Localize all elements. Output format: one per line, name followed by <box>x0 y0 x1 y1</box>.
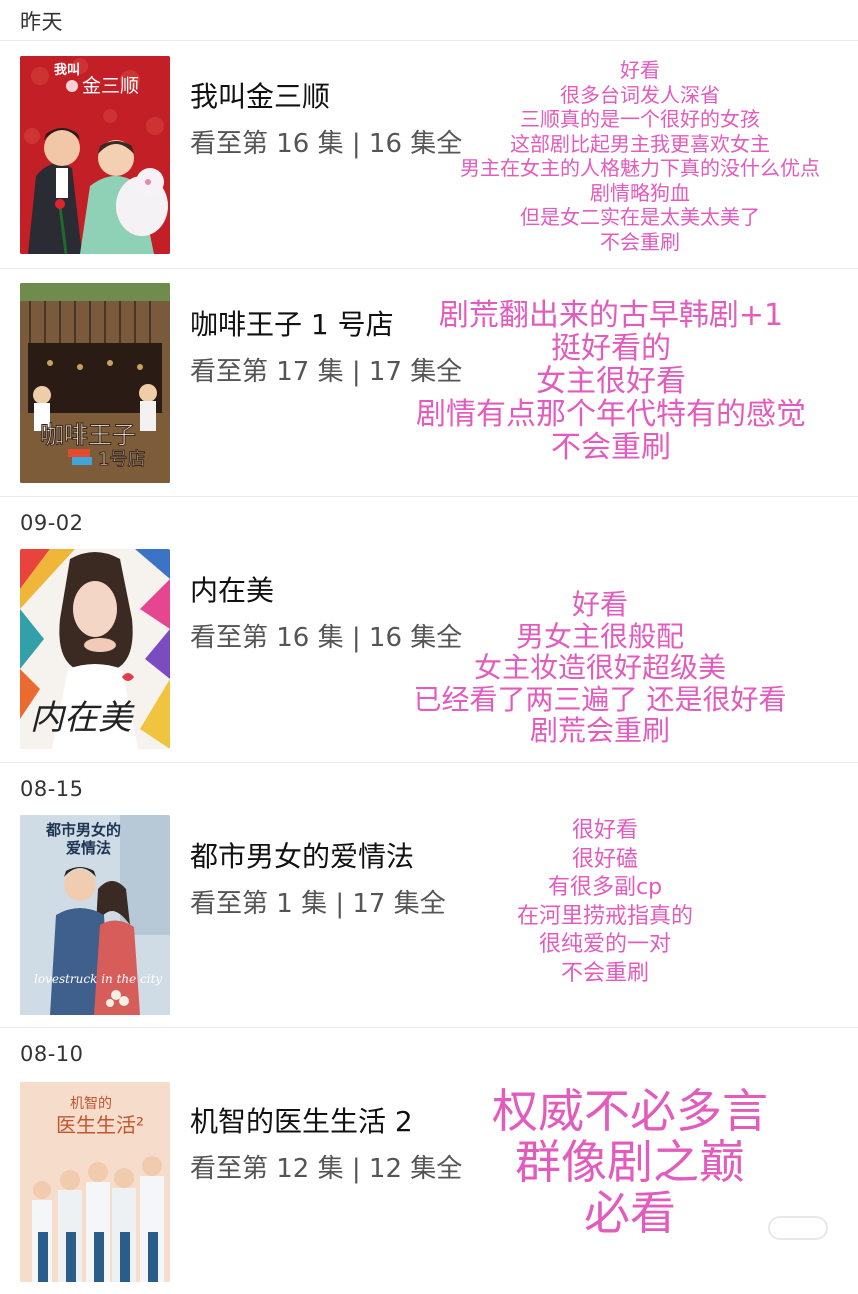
date-header-0810: 08-10 <box>0 1028 858 1068</box>
note-line: 已经看了两三遍了 还是很好看 <box>413 682 787 716</box>
note-line: 女主很好看 <box>536 364 686 399</box>
note-line: 在河里捞戒指真的 <box>516 903 693 929</box>
note-line: 挺好看的 <box>551 331 671 366</box>
show-title: 内在美 <box>190 574 275 607</box>
note-line: 剧情略狗血 <box>590 180 690 205</box>
show-title: 咖啡王子 1 号店 <box>190 308 394 341</box>
poster-image: 都市男女的 爱情法 lovestruck in the city <box>20 815 170 1015</box>
watch-progress: 看至第 12 集 | 12 集全 <box>190 1154 463 1184</box>
handwritten-note: 剧荒翻出来的古早韩剧+1 挺好看的 女主很好看 剧情有点那个年代特有的感觉 不会… <box>396 299 826 464</box>
list-item-love-in-contract[interactable]: 都市男女的 爱情法 lovestruck in the city 都市男女的爱情… <box>0 801 858 1027</box>
handwritten-note: 好看 男女主很般配 女主妆造很好超级美 已经看了两三遍了 还是很好看 剧荒会重刷 <box>380 589 820 747</box>
svg-text:1号店: 1号店 <box>98 449 145 470</box>
poster-image: 咖啡王子 1号店 <box>20 283 170 483</box>
svg-text:咖啡王子: 咖啡王子 <box>40 421 136 449</box>
note-line: 很好看 <box>571 818 638 843</box>
note-line: 不会重刷 <box>600 229 680 254</box>
note-line: 权威不必多言 <box>492 1084 768 1138</box>
poster-image: 内在美 <box>20 549 170 749</box>
date-label: 08-15 <box>20 777 84 801</box>
note-line: 男主在女主的人格魅力下真的没什么优点 <box>460 156 820 180</box>
list-item-kim-sam-soon[interactable]: 我叫 金三顺 我叫金三顺 看至第 16 集 | 16 集全 好看 很多台词发人深… <box>0 41 858 268</box>
note-line: 好看 <box>620 58 660 82</box>
svg-text:医生生活²: 医生生活² <box>56 1113 144 1137</box>
list-item-inner-beauty[interactable]: 内在美 内在美 看至第 16 集 | 16 集全 好看 男女主很般配 女主妆造很… <box>0 535 858 761</box>
watermark-logo <box>768 1216 828 1240</box>
note-line: 不会重刷 <box>551 430 671 465</box>
date-label: 09-02 <box>20 511 84 535</box>
note-line: 剧荒会重刷 <box>529 714 670 747</box>
svg-text:爱情法: 爱情法 <box>66 839 111 857</box>
note-line: 剧情有点那个年代特有的感觉 <box>416 397 806 432</box>
note-line: 很多台词发人深省 <box>560 82 720 107</box>
date-label: 08-10 <box>20 1042 84 1066</box>
handwritten-note: 很好看 很好磕 有很多副cp 在河里捞戒指真的 很纯爱的一对 不会重刷 <box>480 817 730 988</box>
note-line: 好看 <box>571 588 628 621</box>
note-line: 群像剧之巅 <box>515 1135 745 1189</box>
note-line: 三顺真的是一个很好的女孩 <box>520 107 760 131</box>
note-line: 男女主很般配 <box>515 619 684 653</box>
poster-art: 内在美 <box>20 549 170 749</box>
date-header-0902: 09-02 <box>0 497 858 535</box>
date-header-yesterday: 昨天 <box>0 0 858 40</box>
handwritten-note: 好看 很多台词发人深省 三顺真的是一个很好的女孩 这部剧比起男主我更喜欢女主 男… <box>428 58 852 254</box>
show-title: 机智的医生生活 2 <box>190 1105 413 1138</box>
svg-text:lovestruck in the city: lovestruck in the city <box>34 972 162 986</box>
svg-text:金三顺: 金三顺 <box>82 75 139 97</box>
poster-art: 我叫 金三顺 <box>20 56 170 254</box>
poster-image: 我叫 金三顺 <box>20 56 170 254</box>
svg-text:都市男女的: 都市男女的 <box>45 821 121 839</box>
svg-text:内在美: 内在美 <box>30 698 135 738</box>
note-line: 剧荒翻出来的古早韩剧+1 <box>438 298 784 333</box>
svg-text:机智的: 机智的 <box>70 1096 112 1112</box>
list-item-hospital-playlist-2[interactable]: 机智的 医生生活² 机智的医生生活 2 看至第 12 集 | 12 集全 权威不… <box>0 1068 858 1294</box>
poster-image: 机智的 医生生活² <box>20 1082 170 1282</box>
note-line: 很纯爱的一对 <box>538 932 671 957</box>
show-title: 我叫金三顺 <box>190 80 331 113</box>
svg-text:我叫: 我叫 <box>54 62 80 78</box>
poster-art: 都市男女的 爱情法 lovestruck in the city <box>20 815 170 1015</box>
note-line: 必看 <box>584 1186 676 1240</box>
note-line: 很好磕 <box>571 846 638 872</box>
watch-progress: 看至第 16 集 | 16 集全 <box>190 129 463 159</box>
note-line: 女主妆造很好超级美 <box>473 651 726 684</box>
watch-progress: 看至第 1 集 | 17 集全 <box>190 889 446 919</box>
date-header-0815: 08-15 <box>0 763 858 801</box>
note-line: 这部剧比起男主我更喜欢女主 <box>510 131 770 156</box>
poster-art: 机智的 医生生活² <box>20 1082 170 1282</box>
show-title: 都市男女的爱情法 <box>190 840 415 873</box>
note-line: 有很多副cp <box>547 875 663 900</box>
note-line: 不会重刷 <box>560 960 649 986</box>
handwritten-note: 权威不必多言 群像剧之巅 必看 <box>470 1086 790 1239</box>
note-line: 但是女二实在是太美太美了 <box>520 205 760 229</box>
poster-art: 咖啡王子 1号店 <box>20 283 170 483</box>
date-label: 昨天 <box>20 10 63 34</box>
list-item-coffee-prince[interactable]: 咖啡王子 1号店 咖啡王子 1 号店 看至第 17 集 | 17 集全 剧荒翻出… <box>0 269 858 496</box>
